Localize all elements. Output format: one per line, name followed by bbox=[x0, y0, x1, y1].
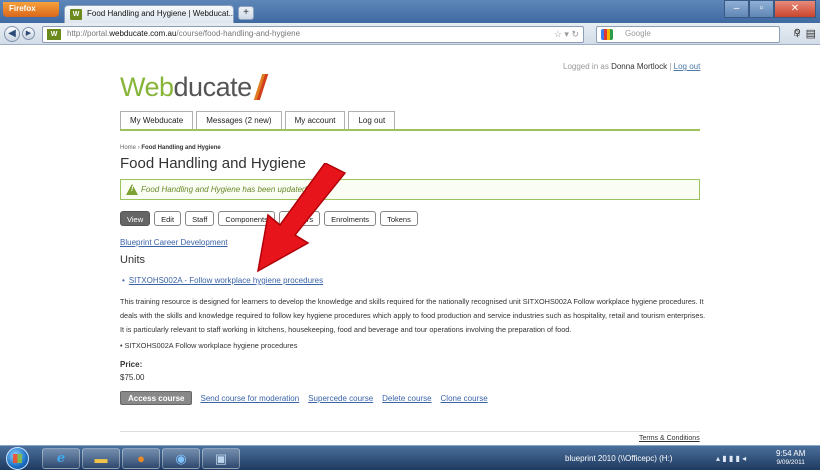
firefox-menu-button[interactable]: Firefox bbox=[3, 2, 59, 17]
url-domain: webducate.com.au bbox=[109, 29, 177, 38]
site-identity-icon[interactable]: W bbox=[47, 29, 61, 40]
breadcrumb: Home › Food Handling and Hygiene bbox=[120, 145, 221, 151]
new-tab-button[interactable]: + bbox=[238, 6, 254, 20]
bookmark-star-icon[interactable]: ☆ ▾ ↻ bbox=[554, 29, 579, 40]
window-controls: – ▫ ✕ bbox=[724, 0, 816, 18]
url-bar[interactable]: W http://portal.webducate.com.au/course/… bbox=[42, 26, 584, 43]
nav-my-account[interactable]: My account bbox=[284, 111, 346, 129]
logged-in-label: Logged in as bbox=[563, 62, 609, 71]
course-description: This training resource is designed for l… bbox=[120, 297, 706, 334]
clock-time: 9:54 AM bbox=[776, 449, 806, 458]
unit-link[interactable]: SITXOHS002A - Follow workplace hygiene p… bbox=[129, 276, 323, 285]
nav-my-webducate[interactable]: My Webducate bbox=[120, 111, 194, 129]
tab-title: Food Handling and Hygiene | Webducat... bbox=[87, 9, 234, 18]
webducate-favicon-icon: W bbox=[70, 9, 82, 20]
send-moderation-link[interactable]: Send course for moderation bbox=[200, 394, 299, 403]
footer-divider bbox=[120, 431, 700, 432]
tab-edit[interactable]: Edit bbox=[154, 211, 182, 226]
webducate-logo[interactable]: Webducate bbox=[120, 72, 268, 103]
access-course-button[interactable]: Access course bbox=[120, 391, 193, 405]
tab-tokens[interactable]: Tokens bbox=[380, 211, 418, 226]
minimize-icon[interactable]: – bbox=[724, 0, 749, 18]
network-app-icon[interactable]: ◉ bbox=[162, 448, 200, 469]
header-logout-link[interactable]: Log out bbox=[674, 62, 701, 71]
login-info: Logged in as Donna Mortlock | Log out bbox=[563, 62, 700, 71]
browser-navbar: ◀ ▶ W http://portal.webducate.com.au/cou… bbox=[0, 23, 820, 45]
page-content: Logged in as Donna Mortlock | Log out We… bbox=[0, 45, 820, 445]
price-value: $75.00 bbox=[120, 373, 145, 382]
search-bar[interactable]: Google ⚲ bbox=[596, 26, 801, 43]
system-tray-icon[interactable]: ▴ ▮ ▮ ▮ ◂ bbox=[716, 454, 746, 463]
main-navigation: My Webducate Messages (2 new) My account… bbox=[120, 111, 398, 129]
career-development-link[interactable]: Blueprint Career Development bbox=[120, 238, 228, 247]
course-actions: Access course Send course for moderation… bbox=[120, 391, 497, 405]
units-heading: Units bbox=[120, 254, 146, 266]
delete-course-link[interactable]: Delete course bbox=[382, 394, 431, 403]
clone-course-link[interactable]: Clone course bbox=[441, 394, 488, 403]
bookmarks-icon[interactable]: ▤ bbox=[806, 27, 816, 40]
windows-taskbar: e ▬ ● ◉ ▣ blueprint 2010 (\\Officepc) (H… bbox=[0, 445, 820, 470]
clock-date: 9/09/2011 bbox=[776, 459, 805, 466]
maximize-icon[interactable]: ▫ bbox=[749, 0, 774, 18]
search-placeholder: Google bbox=[625, 29, 651, 38]
login-separator: | bbox=[669, 62, 672, 71]
internet-explorer-icon[interactable]: e bbox=[42, 448, 80, 469]
taskbar-clock[interactable]: 9:54 AM 9/09/2011 bbox=[776, 449, 805, 467]
unit-list-item: • SITXOHS002A - Follow workplace hygiene … bbox=[122, 276, 324, 285]
nav-log-out[interactable]: Log out bbox=[348, 111, 396, 129]
browser-titlebar: Firefox W Food Handling and Hygiene | We… bbox=[0, 0, 820, 23]
nav-divider bbox=[120, 129, 700, 131]
logo-slash-icon bbox=[253, 74, 268, 100]
breadcrumb-current: Food Handling and Hygiene bbox=[141, 145, 221, 151]
firefox-icon[interactable]: ● bbox=[122, 448, 160, 469]
url-prefix: http://portal. bbox=[67, 29, 110, 38]
tab-staff[interactable]: Staff bbox=[185, 211, 215, 226]
folder-icon[interactable]: ▬ bbox=[82, 448, 120, 469]
start-button-icon[interactable] bbox=[6, 447, 29, 470]
breadcrumb-home[interactable]: Home bbox=[120, 145, 136, 151]
username: Donna Mortlock bbox=[611, 62, 668, 71]
close-icon[interactable]: ✕ bbox=[774, 0, 816, 18]
red-annotation-arrow-icon bbox=[256, 163, 347, 273]
window-app-icon[interactable]: ▣ bbox=[202, 448, 240, 469]
back-arrow-icon[interactable]: ◀ bbox=[4, 26, 20, 42]
description-bullet: • SITXOHS002A Follow workplace hygiene p… bbox=[120, 341, 298, 350]
status-alert: Food Handling and Hygiene has been updat… bbox=[120, 179, 700, 200]
supercede-course-link[interactable]: Supercede course bbox=[308, 394, 373, 403]
forward-arrow-icon[interactable]: ▶ bbox=[22, 27, 35, 40]
browser-tab-active[interactable]: W Food Handling and Hygiene | Webducat..… bbox=[64, 5, 234, 23]
warning-icon bbox=[126, 184, 138, 195]
home-icon[interactable]: ⌂ bbox=[793, 27, 800, 39]
price-label: Price: bbox=[120, 360, 143, 369]
google-icon[interactable] bbox=[601, 29, 613, 40]
nav-messages[interactable]: Messages (2 new) bbox=[196, 111, 282, 129]
terms-link[interactable]: Terms & Conditions bbox=[639, 435, 700, 442]
tab-view[interactable]: View bbox=[120, 211, 151, 226]
url-path: /course/food-handling-and-hygiene bbox=[176, 29, 301, 38]
taskbar-active-window[interactable]: blueprint 2010 (\\Officepc) (H:) bbox=[565, 454, 672, 463]
